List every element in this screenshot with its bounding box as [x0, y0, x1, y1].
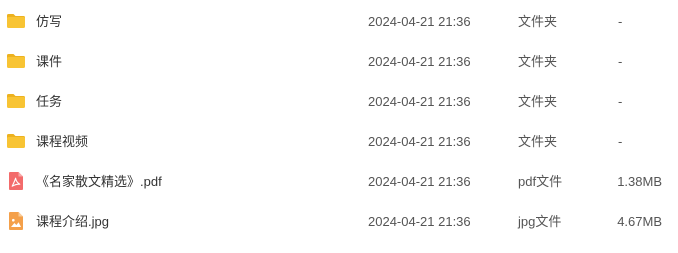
file-type: 文件夹: [518, 134, 558, 149]
file-modified-date: 2024-04-21 21:36: [368, 214, 471, 229]
folder-icon: [6, 11, 26, 31]
file-type: pdf文件: [518, 174, 563, 189]
file-row-folder[interactable]: 任务 2024-04-21 21:36 文件夹 -: [0, 82, 678, 122]
file-modified-date: 2024-04-21 21:36: [368, 174, 471, 189]
folder-icon: [6, 131, 26, 151]
image-file-icon: [6, 211, 26, 231]
file-row-pdf[interactable]: 《名家散文精选》.pdf 2024-04-21 21:36 pdf文件 1.38…: [0, 162, 678, 202]
folder-icon: [6, 51, 26, 71]
file-type: 文件夹: [518, 54, 558, 69]
file-size: -: [618, 94, 623, 109]
file-size: -: [618, 54, 623, 69]
file-type: 文件夹: [518, 94, 558, 109]
file-name: 课程视频: [36, 134, 89, 149]
file-type: 文件夹: [518, 14, 558, 29]
file-row-folder[interactable]: 课程视频 2024-04-21 21:36 文件夹 -: [0, 122, 678, 162]
folder-icon: [6, 91, 26, 111]
file-name: 《名家散文精选》.pdf: [36, 174, 162, 189]
file-name: 课件: [36, 54, 63, 69]
file-size: -: [618, 134, 623, 149]
file-modified-date: 2024-04-21 21:36: [368, 134, 471, 149]
pdf-file-icon: [6, 171, 26, 191]
file-size: 4.67MB: [617, 214, 662, 229]
file-name: 课程介绍.jpg: [36, 214, 109, 229]
file-row-folder[interactable]: 课件 2024-04-21 21:36 文件夹 -: [0, 42, 678, 82]
file-size: 1.38MB: [617, 174, 662, 189]
file-row-image[interactable]: 课程介绍.jpg 2024-04-21 21:36 jpg文件 4.67MB: [0, 202, 678, 242]
file-row-folder[interactable]: 仿写 2024-04-21 21:36 文件夹 -: [0, 2, 678, 42]
file-name: 仿写: [36, 14, 63, 29]
file-modified-date: 2024-04-21 21:36: [368, 54, 471, 69]
file-name: 任务: [36, 94, 63, 109]
file-type: jpg文件: [518, 214, 562, 229]
file-list: 仿写 2024-04-21 21:36 文件夹 - 课件 2024-04-21 …: [0, 0, 678, 253]
file-modified-date: 2024-04-21 21:36: [368, 94, 471, 109]
file-modified-date: 2024-04-21 21:36: [368, 14, 471, 29]
file-size: -: [618, 14, 623, 29]
